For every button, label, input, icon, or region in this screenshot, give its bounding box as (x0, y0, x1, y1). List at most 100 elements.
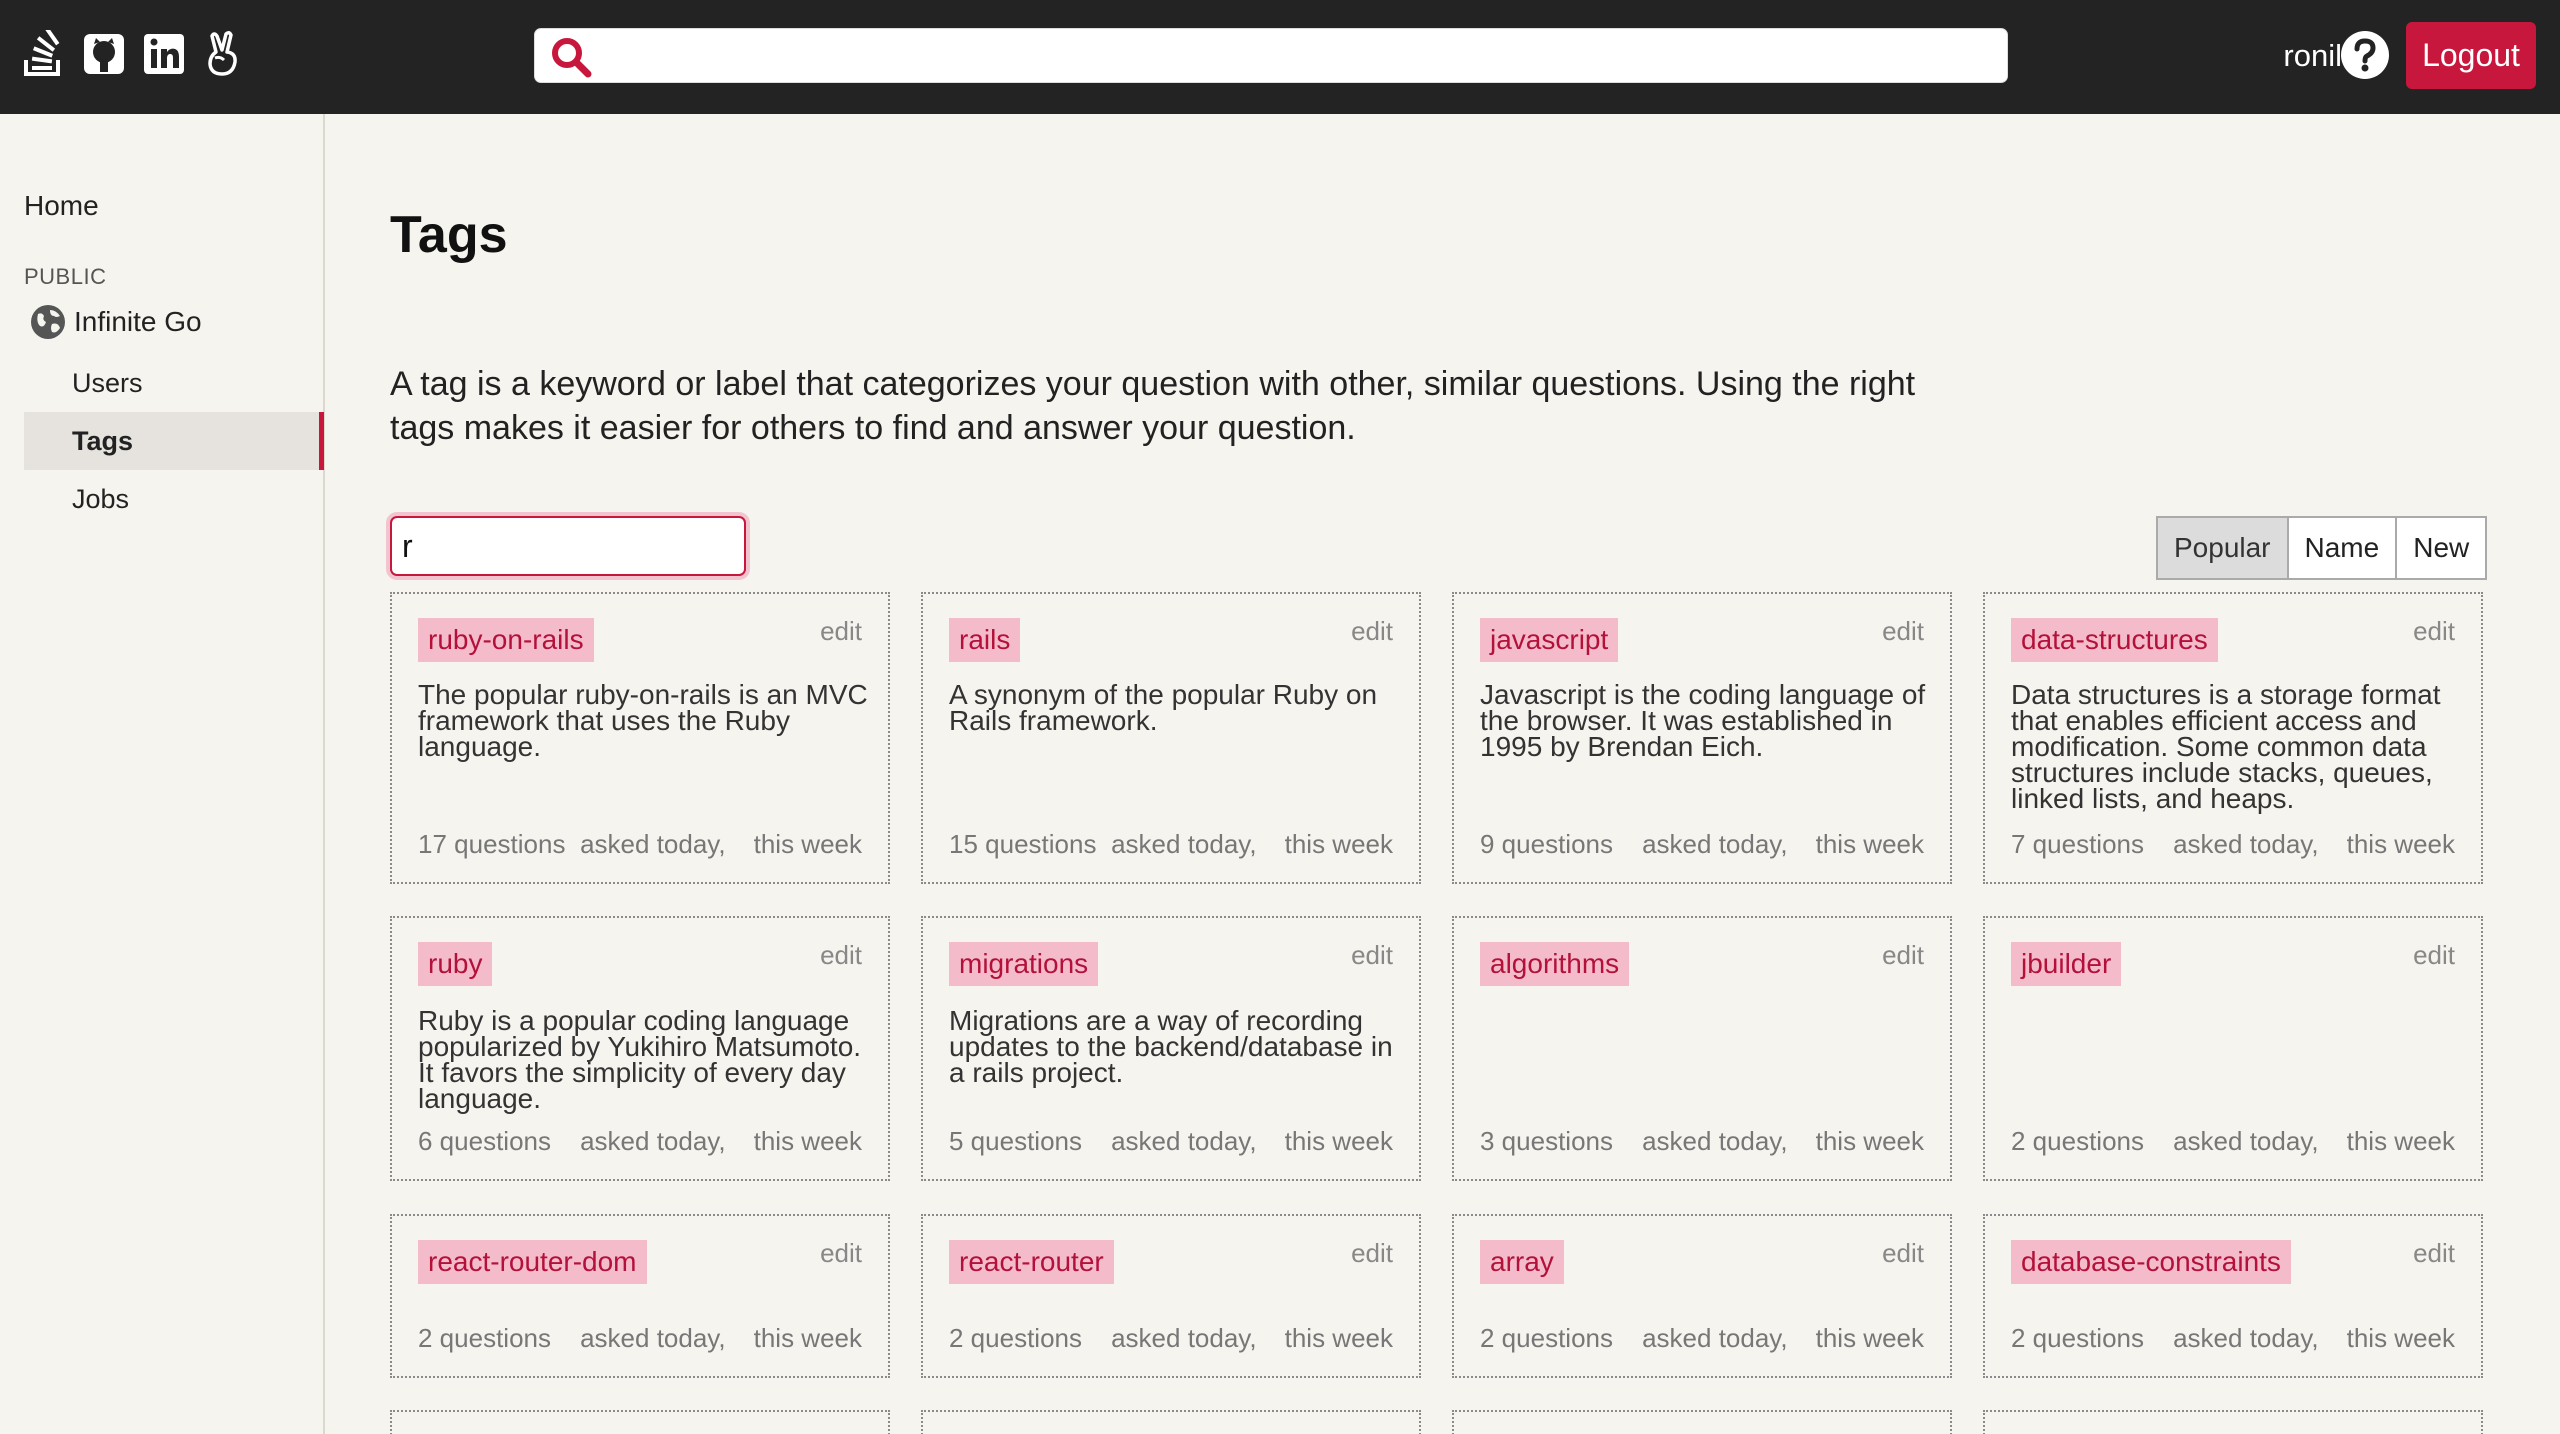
tag-card: ruby-on-rails edit The popular ruby-on-r… (390, 592, 890, 884)
globe-icon (31, 305, 65, 339)
sort-button-group: Popular Name New (2156, 516, 2488, 580)
stack-overflow-icon[interactable] (22, 30, 66, 78)
tag-badge[interactable]: ruby (418, 942, 493, 986)
edit-link[interactable]: edit (1351, 940, 1393, 971)
linkedin-icon[interactable] (142, 30, 186, 78)
question-count: 5 questions (949, 1126, 1082, 1156)
tag-badge[interactable]: rails (949, 618, 1021, 662)
edit-link[interactable]: edit (820, 616, 862, 647)
sidebar-section-label: PUBLIC (24, 264, 107, 289)
asked-today: asked today, (1111, 829, 1257, 859)
sort-popular-button[interactable]: Popular (2156, 516, 2289, 580)
tag-card: database-constraints edit 2 questions ask… (1983, 1214, 2483, 1378)
tag-filter-input[interactable] (390, 516, 746, 576)
edit-link[interactable]: edit (2413, 616, 2455, 647)
tag-card: migrations edit Migrations are a way of … (921, 916, 1421, 1181)
angellist-icon[interactable] (202, 30, 246, 78)
asked-today: asked today, (580, 829, 726, 859)
asked-this-week: this week (753, 1323, 862, 1353)
asked-today: asked today, (1642, 1323, 1788, 1353)
tag-card: react-router edit 2 questions asked today… (921, 1214, 1421, 1378)
asked-this-week: this week (753, 1126, 862, 1156)
edit-link[interactable]: edit (2413, 1238, 2455, 1269)
tag-card: rails edit A synonym of the popular Ruby… (921, 592, 1421, 884)
question-count: 2 questions (2011, 1323, 2144, 1353)
sort-name-button[interactable]: Name (2286, 516, 2398, 580)
question-count: 9 questions (1480, 829, 1613, 859)
tag-badge[interactable]: algorithms (1480, 942, 1630, 986)
top-bar: ronil Logout (0, 0, 2560, 114)
sidebar-item-tags[interactable]: Tags (24, 412, 324, 470)
asked-this-week: this week (2346, 1323, 2455, 1353)
sidebar-item-jobs[interactable]: Jobs (24, 470, 324, 528)
question-count: 15 questions (949, 829, 1097, 859)
question-count: 17 questions (418, 829, 566, 859)
asked-today: asked today, (1642, 829, 1788, 859)
sidebar-item-users[interactable]: Users (24, 354, 324, 412)
asked-this-week: this week (1284, 1323, 1393, 1353)
question-count: 7 questions (2011, 829, 2144, 859)
asked-this-week: this week (1815, 829, 1924, 859)
tag-card: array edit 2 questions asked today, this w… (1452, 1214, 1952, 1378)
tag-description: The popular ruby-on-rails is an MVC fram… (418, 679, 868, 762)
tag-badge[interactable]: jbuilder (2011, 942, 2122, 986)
tag-badge[interactable]: react-router (949, 1240, 1114, 1284)
asked-today: asked today, (2173, 829, 2319, 859)
edit-link[interactable]: edit (1351, 1238, 1393, 1269)
question-count: 2 questions (949, 1323, 1082, 1353)
tag-description: A synonym of the popular Ruby on Rails f… (949, 679, 1378, 736)
brand-icons (22, 30, 246, 78)
tag-badge[interactable]: database-constraints (2011, 1240, 2291, 1284)
tag-badge[interactable]: migrations (949, 942, 1099, 986)
tag-badge[interactable]: array (1480, 1240, 1564, 1284)
asked-today: asked today, (1111, 1126, 1257, 1156)
github-icon[interactable] (82, 30, 126, 78)
asked-this-week: this week (1815, 1323, 1924, 1353)
edit-link[interactable]: edit (2413, 940, 2455, 971)
edit-link[interactable]: edit (820, 1238, 862, 1269)
search-icon (552, 38, 592, 78)
question-count: 2 questions (418, 1323, 551, 1353)
sort-new-button[interactable]: New (2395, 516, 2488, 580)
tag-description: Ruby is a popular coding language popula… (418, 1005, 862, 1114)
sidebar-item-site[interactable]: Infinite Go (30, 304, 202, 340)
tag-card (1983, 1410, 2483, 1434)
edit-link[interactable]: edit (820, 940, 862, 971)
tag-card: ruby edit Ruby is a popular coding langu… (390, 916, 890, 1181)
edit-link[interactable]: edit (1882, 616, 1924, 647)
asked-this-week: this week (1284, 829, 1393, 859)
tag-badge[interactable]: ruby-on-rails (418, 618, 594, 662)
page-description: A tag is a keyword or label that categor… (390, 365, 1916, 447)
asked-today: asked today, (580, 1126, 726, 1156)
asked-this-week: this week (2346, 829, 2455, 859)
edit-link[interactable]: edit (1882, 1238, 1924, 1269)
help-icon[interactable] (2340, 30, 2390, 80)
asked-this-week: this week (1284, 1126, 1393, 1156)
edit-link[interactable]: edit (1351, 616, 1393, 647)
question-count: 6 questions (418, 1126, 551, 1156)
asked-today: asked today, (580, 1323, 726, 1353)
question-count: 3 questions (1480, 1126, 1613, 1156)
username[interactable]: ronil (2222, 38, 2342, 78)
search-bar[interactable] (534, 28, 2008, 83)
search-input[interactable] (605, 33, 1995, 78)
sidebar-site-name: Infinite Go (74, 306, 202, 337)
asked-today: asked today, (2173, 1126, 2319, 1156)
asked-this-week: this week (1815, 1126, 1924, 1156)
tag-card: javascript edit Javascript is the coding… (1452, 592, 1952, 884)
tag-description: Data structures is a storage format that… (2011, 679, 2441, 814)
tag-card (1452, 1410, 1952, 1434)
sidebar: Home PUBLIC Infinite Go Users Tags Jobs (0, 114, 325, 1434)
sidebar-nav: Users Tags Jobs (24, 354, 324, 528)
tag-badge[interactable]: data-structures (2011, 618, 2218, 662)
logout-button[interactable]: Logout (2406, 22, 2536, 89)
sidebar-item-home[interactable]: Home (24, 190, 99, 222)
tag-badge[interactable]: react-router-dom (418, 1240, 647, 1284)
tag-badge[interactable]: javascript (1480, 618, 1619, 662)
page-title: Tags (390, 206, 508, 264)
tag-card (921, 1410, 1421, 1434)
tag-description: Javascript is the coding language of the… (1480, 679, 1926, 762)
question-count: 2 questions (2011, 1126, 2144, 1156)
edit-link[interactable]: edit (1882, 940, 1924, 971)
tag-card: algorithms edit 3 questions asked today, t… (1452, 916, 1952, 1181)
